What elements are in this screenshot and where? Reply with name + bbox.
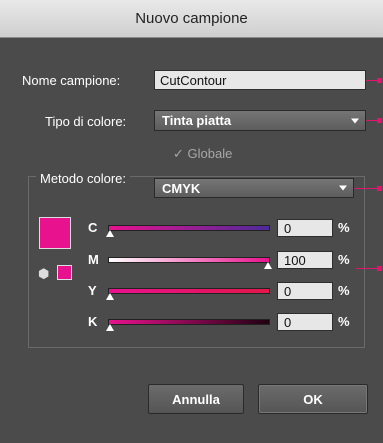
type-dropdown[interactable]: Tinta piatta bbox=[154, 110, 366, 131]
title-bar: Nuovo campione bbox=[0, 0, 383, 38]
slider-thumb[interactable] bbox=[106, 230, 114, 237]
channel-label-y: Y bbox=[88, 283, 97, 298]
channel-label-c: C bbox=[88, 220, 98, 235]
ok-button[interactable]: OK bbox=[258, 384, 368, 414]
cancel-button[interactable]: Annulla bbox=[148, 384, 244, 414]
callout-marker bbox=[377, 266, 382, 271]
chevron-down-icon bbox=[351, 118, 359, 123]
name-label: Nome campione: bbox=[22, 73, 121, 88]
check-icon: ✓ bbox=[173, 146, 184, 161]
slider-thumb[interactable] bbox=[106, 324, 114, 331]
callout-marker bbox=[377, 78, 382, 83]
cube-icon[interactable]: ⬢ bbox=[38, 266, 49, 282]
mode-label: Metodo colore: bbox=[36, 171, 130, 186]
channel-label-k: K bbox=[88, 314, 98, 329]
chevron-down-icon bbox=[339, 185, 347, 191]
slider-thumb[interactable] bbox=[264, 262, 272, 269]
callout-marker bbox=[377, 186, 382, 191]
channel-value-y[interactable]: 0 bbox=[277, 282, 333, 300]
color-preview-swatch bbox=[39, 217, 71, 249]
channel-slider-m[interactable] bbox=[108, 257, 270, 263]
callout-marker bbox=[377, 118, 382, 123]
percent-label: % bbox=[338, 314, 350, 329]
channel-slider-k[interactable] bbox=[108, 319, 270, 325]
mode-value: CMYK bbox=[162, 180, 201, 196]
type-value: Tinta piatta bbox=[162, 113, 232, 128]
mode-dropdown[interactable]: CMYK bbox=[154, 178, 354, 198]
percent-label: % bbox=[338, 252, 350, 267]
percent-label: % bbox=[338, 220, 350, 235]
window-title: Nuovo campione bbox=[135, 10, 248, 27]
gamut-swatch[interactable] bbox=[57, 265, 72, 280]
percent-label: % bbox=[338, 283, 350, 298]
channel-value-c[interactable]: 0 bbox=[277, 219, 333, 237]
channel-slider-y[interactable] bbox=[108, 288, 270, 294]
type-label: Tipo di colore: bbox=[45, 114, 127, 129]
global-label: Globale bbox=[187, 146, 233, 161]
channel-value-m[interactable]: 100 bbox=[277, 251, 333, 269]
global-checkbox[interactable]: ✓ Globale bbox=[173, 146, 232, 162]
channel-value-k[interactable]: 0 bbox=[277, 313, 333, 331]
channel-slider-c[interactable] bbox=[108, 225, 270, 231]
channel-label-m: M bbox=[88, 252, 99, 267]
name-input[interactable]: CutContour bbox=[154, 70, 366, 90]
slider-thumb[interactable] bbox=[106, 293, 114, 300]
